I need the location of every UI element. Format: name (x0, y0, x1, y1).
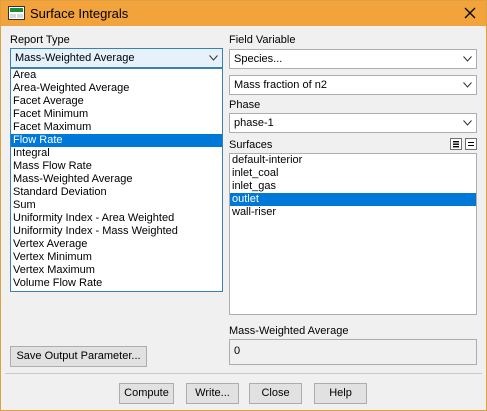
report-type-option[interactable]: Standard Deviation (11, 186, 222, 199)
surface-list-item[interactable]: outlet (230, 193, 476, 206)
phase-select[interactable]: phase-1 (229, 113, 477, 133)
result-field: 0 (229, 339, 477, 365)
title-bar: Surface Integrals (1, 1, 486, 26)
surface-integrals-dialog: Surface Integrals Report Type Mass-Weigh… (0, 0, 487, 411)
surface-list-item[interactable]: wall-riser (230, 206, 476, 219)
result-label: Mass-Weighted Average (229, 325, 349, 337)
report-type-dropdown-list[interactable]: Area Area-Weighted Average Facet Average Fa… (10, 68, 223, 292)
report-type-option[interactable]: Vertex Average (11, 238, 222, 251)
chevron-down-icon (463, 56, 472, 62)
report-type-option[interactable]: Facet Average (11, 95, 222, 108)
chevron-down-icon (209, 55, 218, 61)
report-type-value: Mass-Weighted Average (15, 52, 135, 64)
close-button[interactable]: Close (249, 383, 302, 404)
separator (5, 373, 482, 374)
report-type-option[interactable]: Uniformity Index - Area Weighted (11, 212, 222, 225)
report-type-option[interactable]: Sum (11, 199, 222, 212)
chevron-down-icon (463, 82, 472, 88)
deselect-all-icon (468, 142, 474, 146)
report-type-option[interactable]: Mass-Weighted Average (11, 173, 222, 186)
report-type-option[interactable]: Area (11, 69, 222, 82)
close-icon[interactable] (462, 5, 478, 21)
report-type-option[interactable]: Uniformity Index - Mass Weighted (11, 225, 222, 238)
help-button[interactable]: Help (314, 383, 367, 404)
compute-button[interactable]: Compute (119, 383, 174, 404)
field-variable-category-select[interactable]: Species... (229, 49, 477, 69)
phase-value: phase-1 (234, 117, 274, 129)
write-button[interactable]: Write... (186, 383, 239, 404)
select-all-icon (453, 141, 459, 148)
report-type-option[interactable]: Facet Maximum (11, 121, 222, 134)
report-type-option[interactable]: Vertex Maximum (11, 264, 222, 277)
result-value: 0 (234, 345, 241, 357)
phase-label: Phase (229, 99, 261, 111)
chevron-down-icon (463, 120, 472, 126)
report-type-option[interactable]: Integral (11, 147, 222, 160)
field-variable-select[interactable]: Mass fraction of n2 (229, 75, 477, 95)
deselect-all-surfaces-button[interactable] (465, 138, 477, 150)
report-type-option[interactable]: Mass Flow Rate (11, 160, 222, 173)
surfaces-list[interactable]: default-interior inlet_coal inlet_gas outle… (229, 153, 477, 315)
report-type-select[interactable]: Mass-Weighted Average (10, 48, 223, 68)
surface-list-item[interactable]: inlet_coal (230, 167, 476, 180)
field-variable-label: Field Variable (229, 34, 296, 46)
surfaces-label: Surfaces (229, 139, 273, 151)
report-type-option[interactable]: Area-Weighted Average (11, 82, 222, 95)
report-type-option[interactable]: Facet Minimum (11, 108, 222, 121)
surface-list-item[interactable]: default-interior (230, 154, 476, 167)
report-type-option[interactable]: Flow Rate (11, 134, 222, 147)
report-type-option[interactable]: Volume Flow Rate (11, 277, 222, 290)
field-variable-value: Mass fraction of n2 (234, 79, 327, 91)
report-type-label: Report Type (10, 34, 70, 46)
select-all-surfaces-button[interactable] (450, 138, 462, 150)
save-output-parameter-button[interactable]: Save Output Parameter... (10, 346, 147, 367)
window-title: Surface Integrals (30, 6, 129, 21)
app-icon (8, 6, 25, 20)
field-variable-category-value: Species... (234, 53, 283, 65)
report-type-option[interactable]: Vertex Minimum (11, 251, 222, 264)
surface-list-item[interactable]: inlet_gas (230, 180, 476, 193)
